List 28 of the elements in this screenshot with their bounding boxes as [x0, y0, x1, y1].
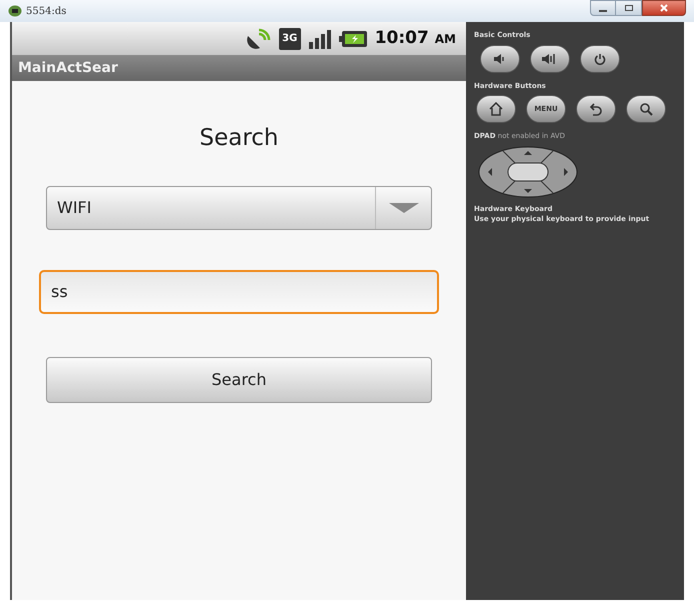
- close-button[interactable]: [642, 0, 686, 16]
- volume-down-button[interactable]: [480, 44, 520, 72]
- app-title: MainActSear: [18, 58, 118, 78]
- maximize-button[interactable]: [616, 0, 642, 16]
- search-button[interactable]: Search: [46, 356, 432, 402]
- search-icon: [639, 102, 653, 116]
- clock: 10:07 AM: [374, 26, 456, 50]
- volume-up-button[interactable]: [530, 44, 570, 72]
- window-title: 5554:ds: [26, 4, 66, 18]
- heading: Search: [199, 124, 279, 153]
- home-icon: [488, 102, 504, 116]
- satellite-dish-icon: [244, 28, 271, 50]
- search-key-button[interactable]: [626, 95, 666, 123]
- back-arrow-icon: [589, 102, 603, 116]
- home-button[interactable]: [476, 95, 516, 123]
- signal-icon: [308, 28, 331, 48]
- back-button[interactable]: [576, 95, 616, 123]
- battery-icon: [338, 30, 367, 46]
- dropdown[interactable]: WIFI: [46, 186, 432, 230]
- app-icon: [8, 5, 22, 17]
- power-icon: [594, 52, 606, 64]
- dropdown-arrow-icon: [388, 202, 418, 212]
- minimize-button[interactable]: [590, 0, 616, 16]
- power-button[interactable]: [580, 44, 620, 72]
- network-type-icon: 3G: [278, 28, 301, 50]
- text-field[interactable]: ss: [39, 270, 439, 314]
- speaker-icon: [493, 52, 507, 64]
- close-icon: [660, 4, 668, 12]
